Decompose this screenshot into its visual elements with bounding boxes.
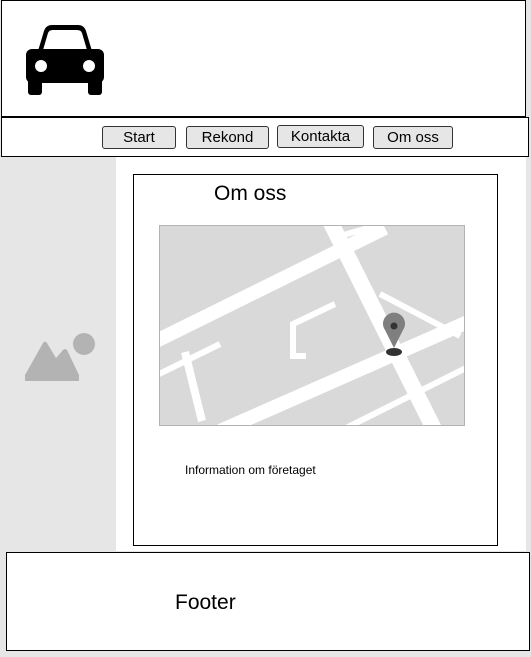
nav-start-button[interactable]: Start [102, 126, 176, 149]
nav-kontakta-button[interactable]: Kontakta [277, 125, 364, 148]
company-info-text: Information om företaget [185, 463, 316, 477]
footer-label: Footer [175, 591, 236, 614]
header [1, 0, 526, 117]
sidebar [1, 157, 116, 551]
page-title: Om oss [214, 182, 287, 205]
nav-om-oss-button[interactable]: Om oss [373, 126, 453, 149]
footer: Footer [6, 552, 530, 651]
navbar: Start Rekond Kontakta Om oss [1, 117, 529, 157]
map-graphic [160, 226, 464, 425]
image-placeholder-icon [25, 333, 95, 381]
nav-rekond-button[interactable]: Rekond [186, 126, 269, 149]
map-icon[interactable] [159, 225, 465, 426]
car-icon [26, 25, 104, 95]
content-box: Om oss Information om företaget [133, 174, 498, 546]
